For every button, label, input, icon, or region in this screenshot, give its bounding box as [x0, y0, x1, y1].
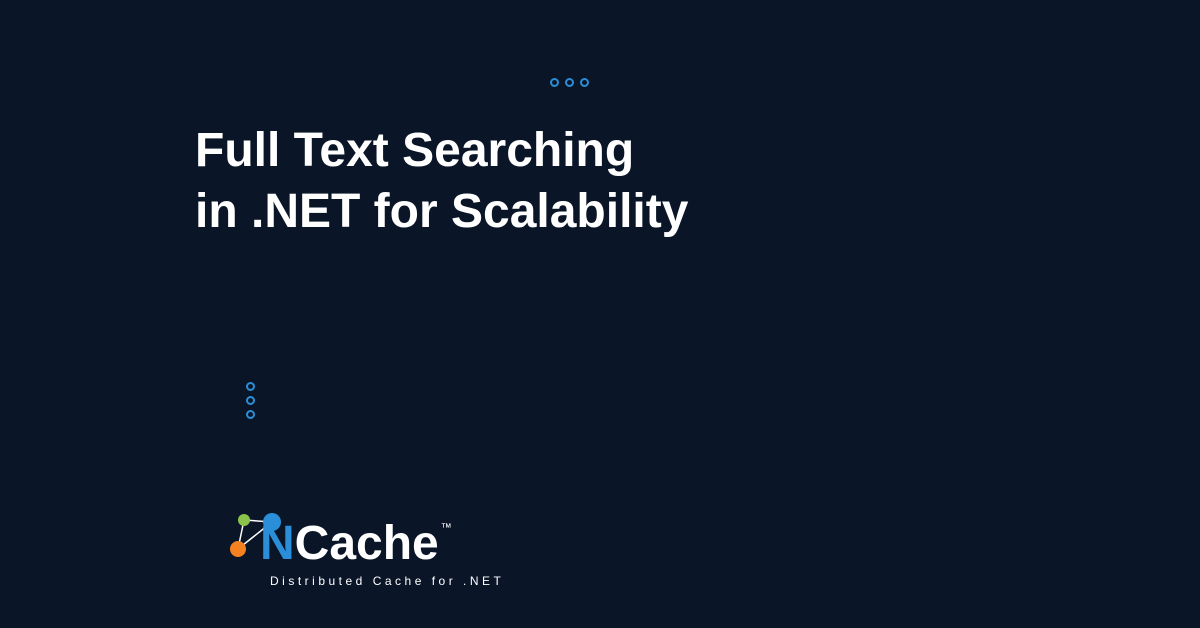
dot-icon	[550, 78, 559, 87]
logo-tagline: Distributed Cache for .NET	[270, 574, 504, 588]
decorative-dots-vertical	[246, 382, 255, 419]
heading-line-1: Full Text Searching	[195, 124, 634, 177]
dot-icon	[246, 382, 255, 391]
decorative-dots-horizontal	[550, 78, 589, 87]
dot-icon	[580, 78, 589, 87]
dot-icon	[246, 410, 255, 419]
main-heading: Full Text Searching in .NET for Scalabil…	[195, 120, 688, 243]
heading-line-2: in .NET for Scalability	[195, 185, 688, 238]
logo-trademark: ™	[441, 522, 452, 534]
dot-icon	[565, 78, 574, 87]
ncache-logo: NCache™ Distributed Cache for .NET	[232, 516, 504, 588]
logo-text: NCache™	[232, 516, 504, 571]
logo-letter-n: N	[260, 516, 295, 571]
logo-cache-text: Cache	[295, 516, 439, 571]
dot-icon	[246, 396, 255, 405]
